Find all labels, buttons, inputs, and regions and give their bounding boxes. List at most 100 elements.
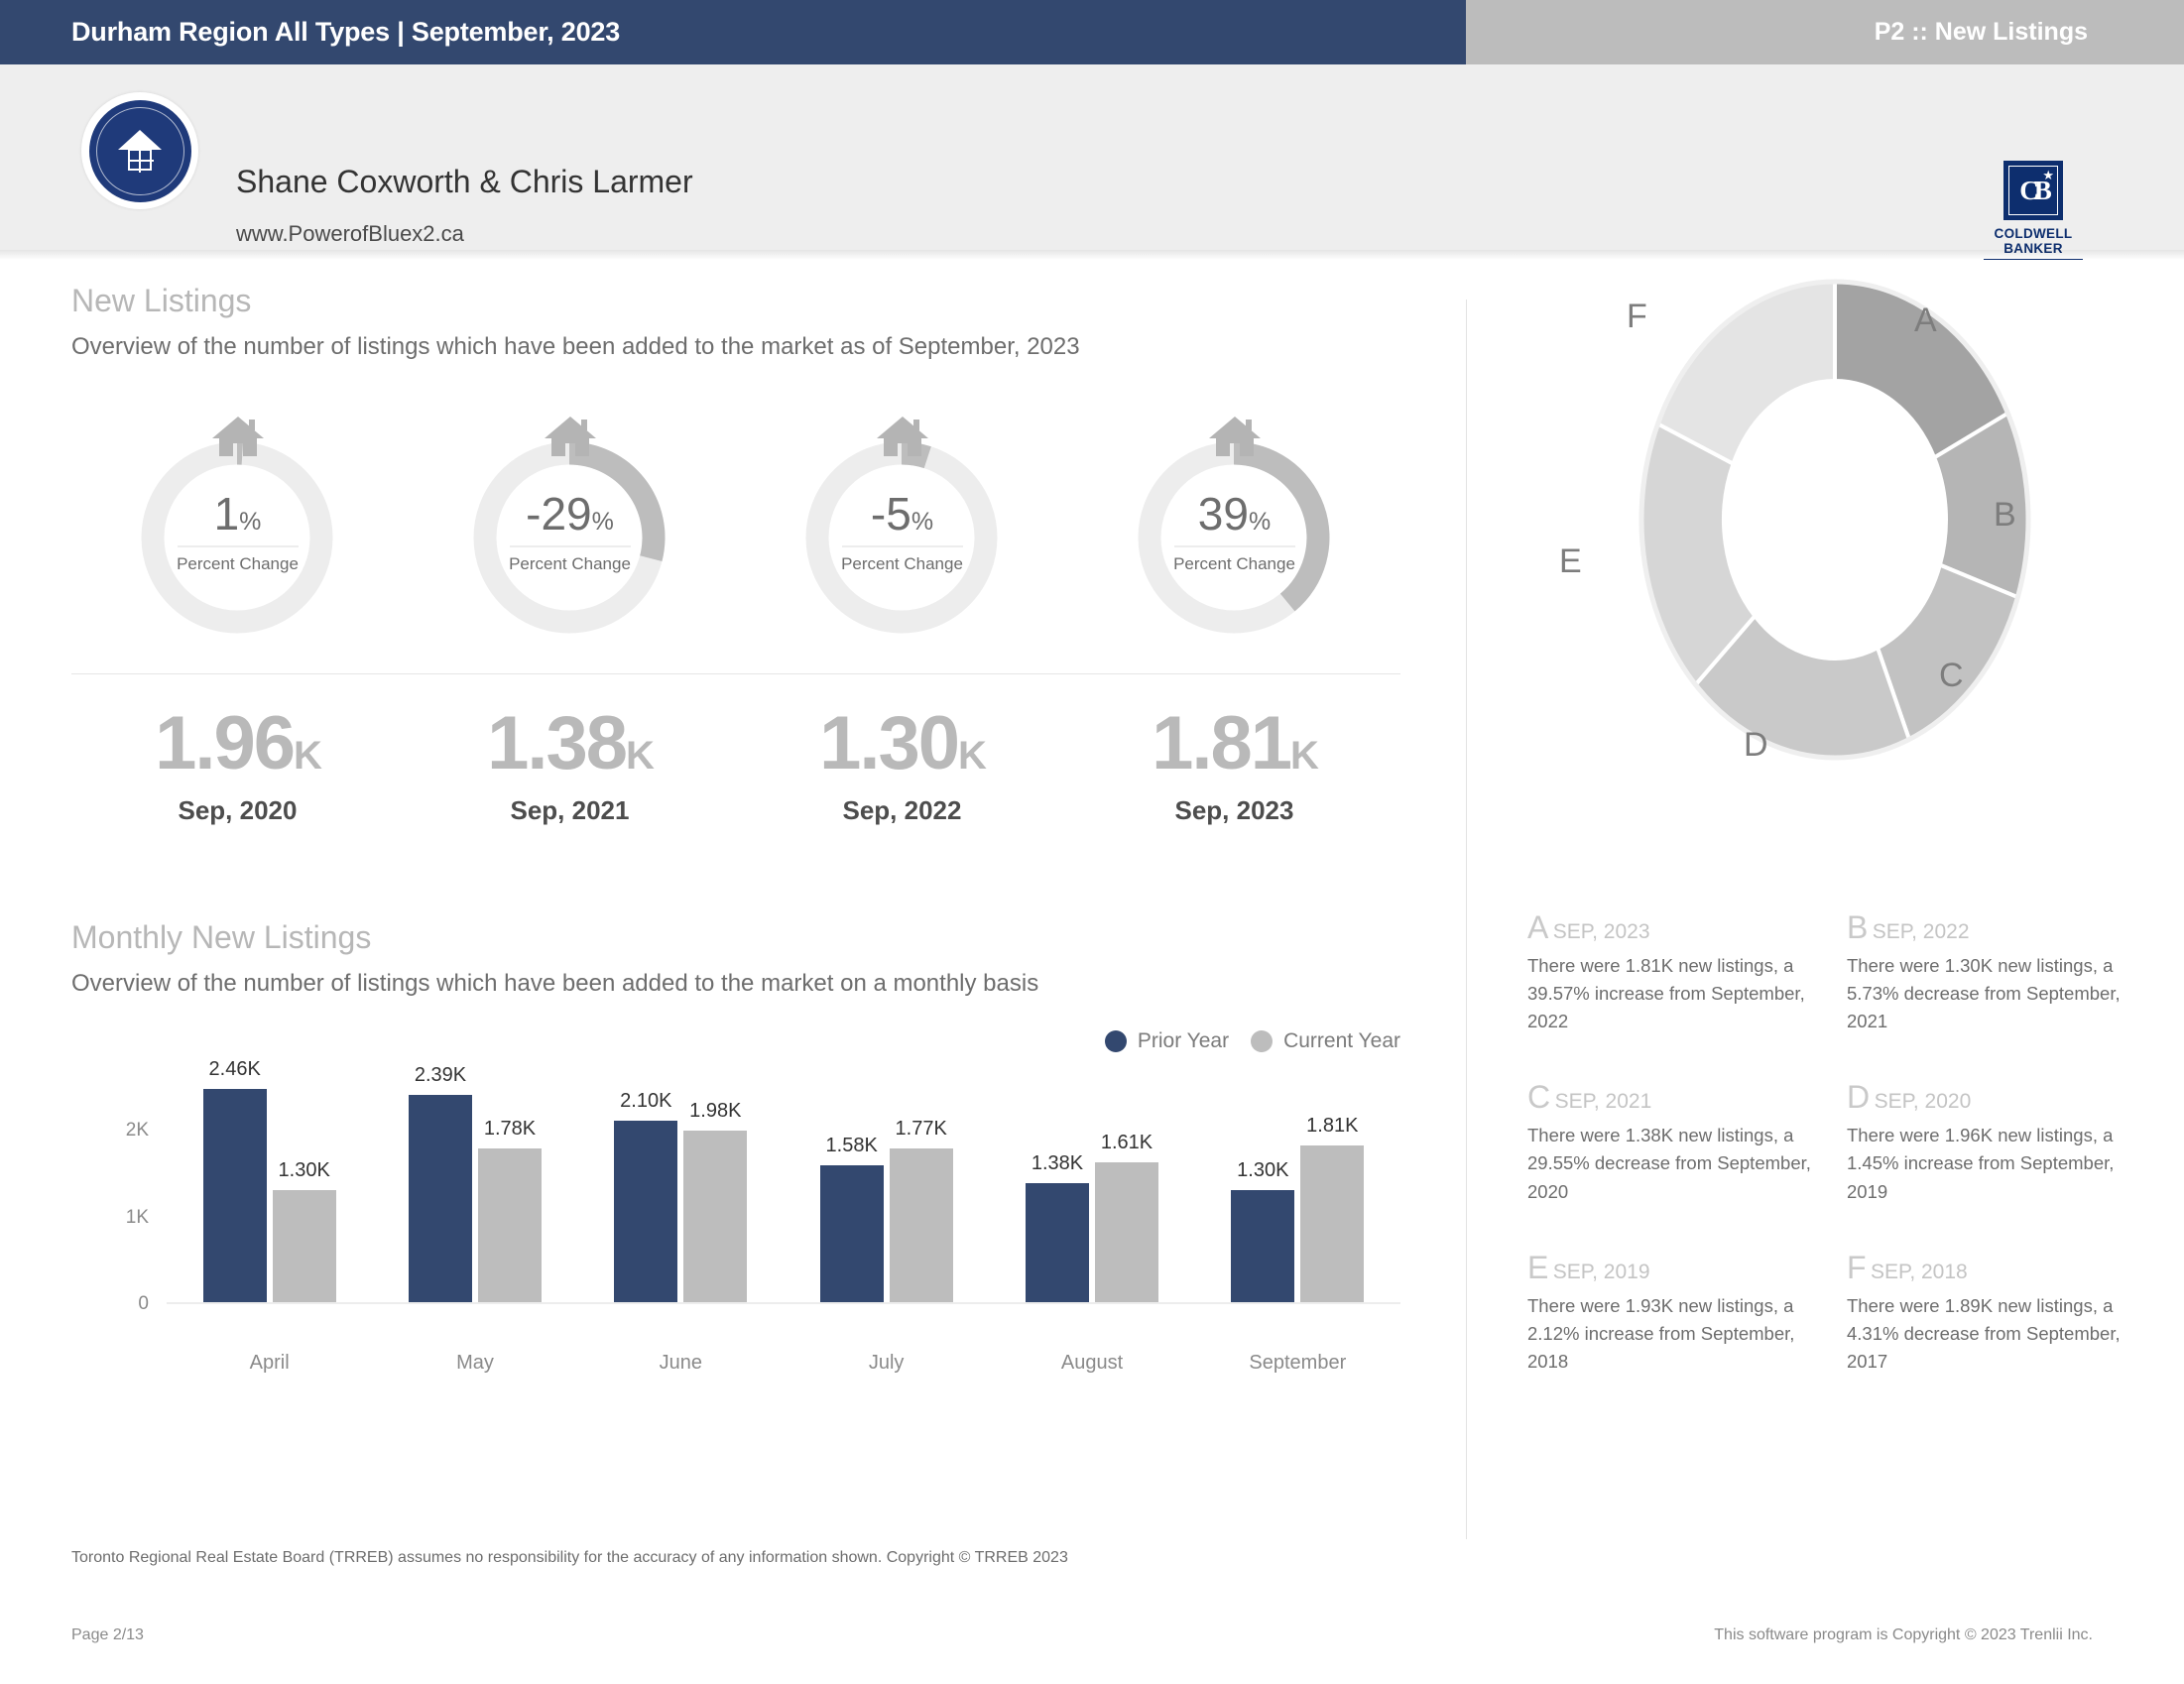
y-axis-tick-label: 1K bbox=[125, 1206, 149, 1228]
bar-value-label: 1.77K bbox=[895, 1118, 947, 1141]
legend-entry-head: F SEP, 2018 bbox=[1847, 1250, 2142, 1286]
bar-value-label: 1.30K bbox=[278, 1158, 330, 1181]
bar-fill bbox=[889, 1148, 953, 1302]
chart-baseline bbox=[167, 1302, 1400, 1304]
bar-value-label: 1.81K bbox=[1306, 1114, 1359, 1137]
gauge-center: -5% Percent Change bbox=[818, 491, 987, 574]
legend-entry-body: There were 1.96K new listings, a 1.45% i… bbox=[1847, 1125, 2115, 1202]
chart-bar[interactable]: 1.58K bbox=[819, 1135, 884, 1302]
chart-bar[interactable]: 2.46K bbox=[202, 1058, 267, 1302]
gauge-unit: % bbox=[910, 508, 934, 536]
chart-bar[interactable]: 1.77K bbox=[889, 1118, 953, 1302]
gauge-number: 1 bbox=[213, 488, 240, 540]
gauge-number: 39 bbox=[1197, 488, 1249, 540]
section-divider bbox=[71, 673, 1400, 674]
total-label: Sep, 2020 bbox=[178, 795, 298, 825]
house-icon bbox=[544, 417, 596, 456]
x-axis-tick-label: May bbox=[456, 1352, 494, 1374]
footer-copyright: This software program is Copyright © 202… bbox=[1714, 1626, 2093, 1643]
legend-entry-letter: B bbox=[1847, 909, 1869, 945]
bar-value-label: 1.58K bbox=[825, 1135, 878, 1157]
yearly-total: 1.96K Sep, 2020 bbox=[116, 706, 359, 826]
legend-entry-date: SEP, 2018 bbox=[1871, 1260, 1968, 1283]
legend-entry: C SEP, 2021 There were 1.38K new listings… bbox=[1527, 1079, 1823, 1205]
house-icon bbox=[211, 417, 264, 456]
donut-label-c: C bbox=[1939, 657, 1964, 694]
house-icon bbox=[876, 417, 928, 456]
bar-fill bbox=[1231, 1189, 1295, 1302]
total-label: Sep, 2023 bbox=[1174, 795, 1294, 825]
monthly-title: Monthly New Listings bbox=[71, 919, 372, 955]
bar-fill bbox=[202, 1089, 267, 1302]
bar-group: 2.46K 1.30K bbox=[167, 1058, 372, 1302]
legend-entry: A SEP, 2023 There were 1.81K new listings… bbox=[1527, 909, 1823, 1035]
bar-group: 2.10K 1.98K bbox=[578, 1077, 784, 1302]
donut-label-e: E bbox=[1559, 542, 1582, 580]
yearly-totals: 1.96K Sep, 2020 1.38K Sep, 2021 1.30K Sep, 20… bbox=[71, 706, 1400, 865]
house-seal-logo-icon bbox=[81, 92, 198, 209]
total-value: 1.30K bbox=[819, 701, 987, 785]
legend-entry-letter: A bbox=[1527, 909, 1549, 945]
column-divider bbox=[1466, 300, 1467, 1539]
percent-change-gauge: -29% Percent Change bbox=[448, 417, 691, 647]
new-listings-header: New Listings Overview of the number of l… bbox=[71, 283, 1080, 361]
legend-entry-body: There were 1.81K new listings, a 39.57% … bbox=[1527, 955, 1805, 1032]
legend-entry-letter: F bbox=[1847, 1249, 1867, 1285]
gauge-caption: Percent Change bbox=[509, 554, 631, 573]
chart-bar[interactable]: 1.61K bbox=[1094, 1132, 1158, 1302]
bar-fill bbox=[477, 1147, 542, 1302]
bar-fill bbox=[1300, 1144, 1365, 1302]
percent-change-gauges: 1% Percent Change -29% Percent Change -5% Per… bbox=[71, 417, 1400, 647]
gauge-center: -29% Percent Change bbox=[486, 491, 655, 574]
chart-bar[interactable]: 1.30K bbox=[1231, 1159, 1295, 1302]
gauge-divider bbox=[177, 545, 299, 547]
bar-fill bbox=[272, 1189, 336, 1302]
legend-label: Current Year bbox=[1283, 1029, 1400, 1052]
gauge-value: -5% bbox=[818, 491, 987, 537]
chart-bar[interactable]: 1.38K bbox=[1025, 1152, 1089, 1302]
chart-bar[interactable]: 2.10K bbox=[614, 1090, 678, 1302]
total-value: 1.81K bbox=[1152, 701, 1319, 785]
chart-bar[interactable]: 1.30K bbox=[272, 1159, 336, 1302]
x-axis-tick-label: August bbox=[1060, 1352, 1124, 1374]
footer-page-number: Page 2/13 bbox=[71, 1626, 144, 1643]
chart-bar[interactable]: 2.39K bbox=[408, 1064, 472, 1302]
legend-entry-body: There were 1.30K new listings, a 5.73% d… bbox=[1847, 955, 2121, 1032]
legend-entry-head: E SEP, 2019 bbox=[1527, 1250, 1823, 1286]
chart-bar[interactable]: 1.98K bbox=[683, 1100, 748, 1302]
gauge-caption: Percent Change bbox=[841, 554, 963, 573]
yearly-total: 1.30K Sep, 2022 bbox=[781, 706, 1024, 826]
bar-value-label: 1.30K bbox=[1237, 1158, 1289, 1181]
bar-value-label: 1.78K bbox=[483, 1117, 537, 1140]
new-listings-subtitle: Overview of the number of listings which… bbox=[71, 333, 1080, 360]
bar-group: 1.38K 1.61K bbox=[989, 1077, 1194, 1302]
bar-value-label: 2.46K bbox=[208, 1058, 261, 1081]
legend-item[interactable]: Current Year bbox=[1251, 1029, 1400, 1053]
star-icon: ★ bbox=[2042, 168, 2054, 182]
legend-entry-letter: D bbox=[1847, 1079, 1871, 1116]
gauge-value: -29% bbox=[486, 491, 655, 537]
legend-entry-date: SEP, 2020 bbox=[1874, 1090, 1972, 1114]
gauge-center: 1% Percent Change bbox=[154, 491, 322, 574]
title-bar-right: P2 :: New Listings bbox=[1466, 0, 2184, 64]
legend-entry-head: D SEP, 2020 bbox=[1847, 1079, 2142, 1116]
bar-group: 1.30K 1.81K bbox=[1195, 1077, 1400, 1302]
legend-entry-body: There were 1.93K new listings, a 2.12% i… bbox=[1527, 1294, 1795, 1372]
bar-group: 2.39K 1.78K bbox=[372, 1064, 577, 1302]
chart-bar[interactable]: 1.78K bbox=[477, 1118, 542, 1302]
legend-entry: D SEP, 2020 There were 1.96K new listings… bbox=[1847, 1079, 2142, 1205]
chart-bar[interactable]: 1.81K bbox=[1300, 1115, 1365, 1302]
percent-change-gauge: -5% Percent Change bbox=[781, 417, 1024, 647]
legend-label: Prior Year bbox=[1137, 1029, 1230, 1052]
cb-mark-icon: CB ★ bbox=[2003, 161, 2063, 220]
x-axis-tick-label: July bbox=[868, 1352, 905, 1374]
gauge-divider bbox=[1173, 545, 1295, 547]
percent-change-gauge: 39% Percent Change bbox=[1113, 417, 1356, 647]
agent-website[interactable]: www.PowerofBluex2.ca bbox=[236, 221, 464, 247]
house-icon bbox=[1208, 417, 1261, 456]
percent-change-gauge: 1% Percent Change bbox=[116, 417, 359, 647]
legend-item[interactable]: Prior Year bbox=[1104, 1029, 1230, 1053]
legend-entry: E SEP, 2019 There were 1.93K new listings… bbox=[1527, 1250, 1823, 1376]
legend-entry: B SEP, 2022 There were 1.30K new listings… bbox=[1847, 909, 2142, 1035]
donut-chart-svg bbox=[1638, 279, 2031, 761]
